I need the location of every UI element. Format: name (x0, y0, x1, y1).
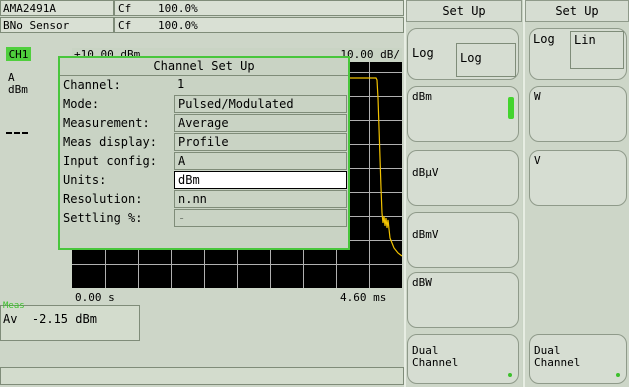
units-label: Units: (63, 173, 107, 187)
dialog-row-units[interactable]: Units: dBm (60, 171, 348, 190)
softkey-dual-label-mid: Dual Channel (412, 344, 459, 369)
softkey-dual-channel-mid[interactable]: Dual Channel (407, 334, 519, 384)
measurement-label: Measurement: (63, 116, 150, 130)
softkey-dual-label-right: Dual Channel (534, 344, 581, 369)
measurement-field[interactable]: Average (174, 114, 347, 132)
softkey-column-right: Set Up Log Lin W V Dual Channel (525, 0, 629, 387)
softkey-w-label: W (534, 90, 541, 103)
meas-tag: Meas (3, 301, 25, 311)
dual-dot-icon (508, 373, 512, 377)
dialog-row-channel: Channel: 1 (60, 76, 348, 95)
mode-field[interactable]: Pulsed/Modulated (174, 95, 347, 113)
mode-label: Mode: (63, 97, 100, 111)
trace-legend-dash (6, 132, 28, 134)
sensor-a-cf-value: 100.0% (158, 1, 198, 15)
settling-field[interactable]: - (174, 209, 347, 227)
softkey-lin-label: Lin (570, 31, 624, 69)
x-axis-end: 4.60 ms (340, 291, 387, 304)
sensor-b-name: No Sensor (9, 18, 70, 32)
softkey-title-mid: Set Up (406, 0, 522, 22)
dialog-title: Channel Set Up (60, 58, 348, 76)
dialog-row-measurement[interactable]: Measurement: Average (60, 114, 348, 133)
sensor-b-status: B No Sensor (0, 17, 114, 33)
softkey-dbw[interactable]: dBW (407, 272, 519, 328)
meas-display-field[interactable]: Profile (174, 133, 347, 151)
unit-label: dBm (8, 83, 28, 96)
softkey-log-b: Log (456, 43, 516, 77)
main-display: A MA2491A Cf 100.0% B No Sensor Cf 100.0% … (0, 0, 404, 387)
softkey-dbmv[interactable]: dBmV (407, 212, 519, 268)
channel-label: Channel: (63, 78, 121, 92)
meas-display-label: Meas display: (63, 135, 157, 149)
input-config-label: Input config: (63, 154, 157, 168)
softkey-log-log[interactable]: Log Log (407, 28, 519, 80)
dialog-row-input-config[interactable]: Input config: A (60, 152, 348, 171)
units-field[interactable]: dBm (174, 171, 347, 189)
meas-reading: -2.15 dBm (31, 312, 97, 326)
sensor-a-name: MA2491A (9, 1, 56, 15)
channel-value: 1 (177, 77, 185, 91)
softkey-dbm-label: dBm (412, 90, 432, 103)
softkey-log-lin[interactable]: Log Lin (529, 28, 627, 80)
dialog-row-resolution[interactable]: Resolution: n.nn (60, 190, 348, 209)
softkey-log-label: Log (533, 32, 555, 46)
meas-mode: Av (3, 312, 18, 326)
sensor-a-prefix: A (3, 1, 10, 15)
dual-dot-icon-right (616, 373, 620, 377)
x-axis-start: 0.00 s (75, 291, 115, 304)
channel-tag[interactable]: CH1 (6, 47, 31, 61)
sensor-a-cf: Cf 100.0% (114, 0, 404, 16)
sensor-a-cf-label: Cf (118, 1, 132, 15)
sensor-b-prefix: B (3, 18, 10, 32)
dialog-row-meas-display[interactable]: Meas display: Profile (60, 133, 348, 152)
input-config-field[interactable]: A (174, 152, 347, 170)
resolution-field[interactable]: n.nn (174, 190, 347, 208)
sensor-b-cf: Cf 100.0% (114, 17, 404, 33)
channel-setup-dialog: Channel Set Up Channel: 1 Mode: Pulsed/M… (58, 56, 350, 250)
dialog-row-settling[interactable]: Settling %: - (60, 209, 348, 228)
softkey-v[interactable]: V (529, 150, 627, 206)
softkey-title-right: Set Up (525, 0, 629, 22)
selected-indicator (508, 97, 514, 119)
softkey-dbuv-label: dBµV (412, 166, 439, 179)
sensor-b-cf-value: 100.0% (158, 18, 198, 32)
softkey-w[interactable]: W (529, 86, 627, 142)
softkey-dbm[interactable]: dBm (407, 86, 519, 142)
softkey-log-a: Log (412, 46, 434, 60)
resolution-label: Resolution: (63, 192, 143, 206)
softkey-dbuv[interactable]: dBµV (407, 150, 519, 206)
dialog-row-mode[interactable]: Mode: Pulsed/Modulated (60, 95, 348, 114)
message-bar (0, 367, 404, 385)
meas-value: Av -2.15 dBm (3, 312, 97, 326)
softkey-column-mid: Set Up Log Log dBm dBµV dBmV dBW Dual Ch… (406, 0, 522, 387)
softkey-dbw-label: dBW (412, 276, 432, 289)
sensor-b-cf-label: Cf (118, 18, 132, 32)
sensor-a-status: A MA2491A (0, 0, 114, 16)
softkey-dbmv-label: dBmV (412, 228, 439, 241)
settling-label: Settling %: (63, 211, 143, 225)
softkey-v-label: V (534, 154, 541, 167)
softkey-dual-channel-right[interactable]: Dual Channel (529, 334, 627, 384)
